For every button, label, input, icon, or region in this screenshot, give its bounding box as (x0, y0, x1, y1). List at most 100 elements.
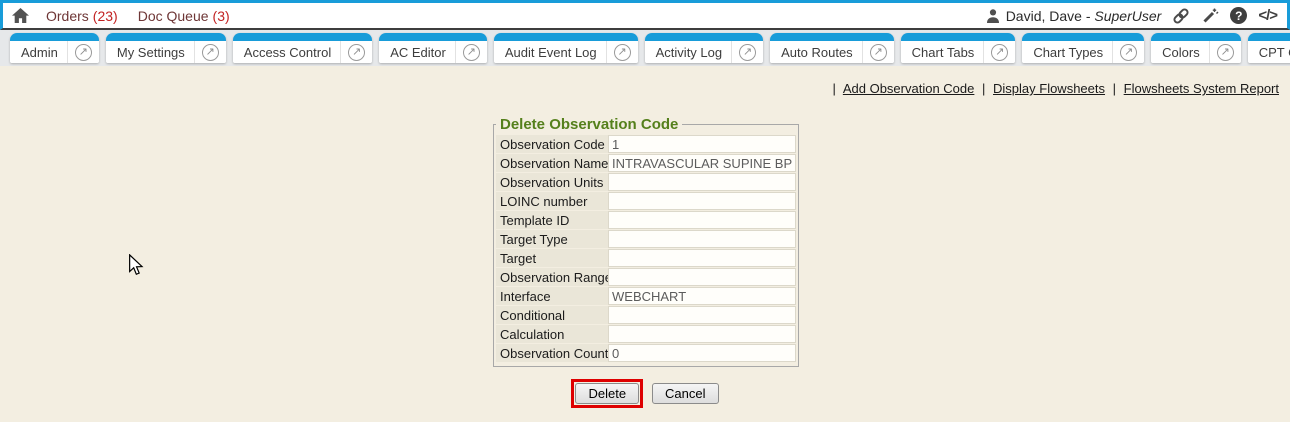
open-in-new-icon[interactable]: ↗ (731, 41, 763, 63)
tab-accent-bar (10, 33, 99, 41)
form-row-conditional: Conditional (496, 306, 796, 324)
tab-accent-bar (645, 33, 763, 41)
open-in-new-icon[interactable]: ↗ (67, 41, 99, 63)
tab-access-control[interactable]: Access Control ↗ (233, 33, 372, 63)
open-in-new-icon[interactable]: ↗ (194, 41, 226, 63)
field-value: WEBCHART (608, 287, 796, 305)
help-glyph: ? (1235, 9, 1242, 23)
field-label: LOINC number (496, 192, 608, 210)
nav-orders-count: (23) (93, 8, 118, 24)
field-value: 0 (608, 344, 796, 362)
open-in-new-icon[interactable]: ↗ (606, 41, 638, 63)
link-separator: | (833, 81, 836, 96)
tab-accent-bar (494, 33, 638, 41)
top-header-bar: Orders (23) Doc Queue (3) David, Dave - … (0, 0, 1290, 30)
home-button[interactable] (11, 7, 30, 24)
form-row-observation-name: Observation Name INTRAVASCULAR SUPINE BP (496, 154, 796, 172)
link-display-flowsheets[interactable]: Display Flowsheets (993, 81, 1105, 96)
tab-accent-bar (1151, 33, 1241, 41)
field-label: Observation Count (496, 344, 608, 362)
annotation-highlight: Delete (571, 379, 643, 408)
tab-label: Chart Tabs (912, 45, 975, 60)
tab-auto-routes[interactable]: Auto Routes ↗ (770, 33, 894, 63)
tab-label: CPT Codes (1259, 45, 1290, 60)
open-in-new-icon[interactable]: ↗ (1209, 41, 1241, 63)
quick-links: | Add Observation Code | Display Flowshe… (829, 81, 1279, 96)
form-row-observation-code: Observation Code 1 (496, 135, 796, 153)
field-label: Target (496, 249, 608, 267)
tab-label: AC Editor (390, 45, 446, 60)
open-in-new-icon[interactable]: ↗ (983, 41, 1015, 63)
tab-accent-bar (1248, 33, 1290, 41)
field-value (608, 249, 796, 267)
user-name: David, Dave - SuperUser (1006, 8, 1162, 24)
tab-admin[interactable]: Admin ↗ (10, 33, 99, 63)
delete-button[interactable]: Delete (575, 383, 639, 404)
link-add-observation-code[interactable]: Add Observation Code (843, 81, 975, 96)
field-value (608, 306, 796, 324)
field-label: Calculation (496, 325, 608, 343)
form-row-loinc-number: LOINC number (496, 192, 796, 210)
magic-wand-icon[interactable] (1201, 7, 1219, 25)
user-name-text: David, Dave - (1006, 8, 1091, 24)
nav-doc-queue[interactable]: Doc Queue (3) (138, 8, 230, 24)
field-value (608, 192, 796, 210)
code-icon[interactable]: </> (1258, 7, 1277, 24)
tab-accent-bar (1022, 33, 1144, 41)
tab-activity-log[interactable]: Activity Log ↗ (645, 33, 763, 63)
field-value (608, 325, 796, 343)
link-icon[interactable] (1172, 7, 1190, 25)
tab-accent-bar (770, 33, 894, 41)
delete-observation-code-form: Delete Observation Code Observation Code… (493, 116, 799, 367)
nav-orders[interactable]: Orders (23) (46, 8, 118, 24)
tab-accent-bar (379, 33, 487, 41)
nav-doc-queue-label: Doc Queue (138, 8, 209, 24)
field-label: Observation Units (496, 173, 608, 191)
cancel-button[interactable]: Cancel (652, 383, 718, 404)
field-label: Observation Code (496, 135, 608, 153)
tab-accent-bar (233, 33, 372, 41)
form-row-observation-count: Observation Count 0 (496, 344, 796, 362)
tab-audit-event-log[interactable]: Audit Event Log ↗ (494, 33, 638, 63)
nav-doc-queue-count: (3) (213, 8, 230, 24)
link-separator: | (1113, 81, 1116, 96)
form-row-target-type: Target Type (496, 230, 796, 248)
field-label: Target Type (496, 230, 608, 248)
link-flowsheets-system-report[interactable]: Flowsheets System Report (1124, 81, 1279, 96)
form-row-calculation: Calculation (496, 325, 796, 343)
field-value (608, 211, 796, 229)
nav-orders-label: Orders (46, 8, 89, 24)
user-menu[interactable]: David, Dave - SuperUser (985, 8, 1162, 24)
tab-my-settings[interactable]: My Settings ↗ (106, 33, 226, 63)
tab-chart-tabs[interactable]: Chart Tabs ↗ (901, 33, 1016, 63)
field-value: INTRAVASCULAR SUPINE BP (608, 154, 796, 172)
mouse-cursor (128, 254, 144, 277)
user-icon (985, 8, 1001, 24)
field-label: Conditional (496, 306, 608, 324)
help-icon[interactable]: ? (1230, 7, 1247, 24)
open-in-new-icon[interactable]: ↗ (455, 41, 487, 63)
tab-ac-editor[interactable]: AC Editor ↗ (379, 33, 487, 63)
tab-cpt-codes[interactable]: CPT Codes ↗ (1248, 33, 1290, 63)
tab-label: Audit Event Log (505, 45, 597, 60)
open-in-new-icon[interactable]: ↗ (1112, 41, 1144, 63)
open-in-new-icon[interactable]: ↗ (340, 41, 372, 63)
field-label: Interface (496, 287, 608, 305)
form-row-interface: Interface WEBCHART (496, 287, 796, 305)
tab-accent-bar (901, 33, 1016, 41)
form-row-template-id: Template ID (496, 211, 796, 229)
form-title: Delete Observation Code (496, 116, 682, 133)
field-value (608, 173, 796, 191)
form-row-observation-units: Observation Units (496, 173, 796, 191)
field-value (608, 268, 796, 286)
open-in-new-icon[interactable]: ↗ (862, 41, 894, 63)
field-label: Observation Range (496, 268, 608, 286)
tab-label: Chart Types (1033, 45, 1103, 60)
field-value (608, 230, 796, 248)
link-separator: | (982, 81, 985, 96)
tab-label: Activity Log (656, 45, 722, 60)
admin-tab-bar: Admin ↗ My Settings ↗ Access Control ↗ A… (0, 30, 1290, 66)
tab-chart-types[interactable]: Chart Types ↗ (1022, 33, 1144, 63)
tab-colors[interactable]: Colors ↗ (1151, 33, 1241, 63)
tab-label: Colors (1162, 45, 1200, 60)
